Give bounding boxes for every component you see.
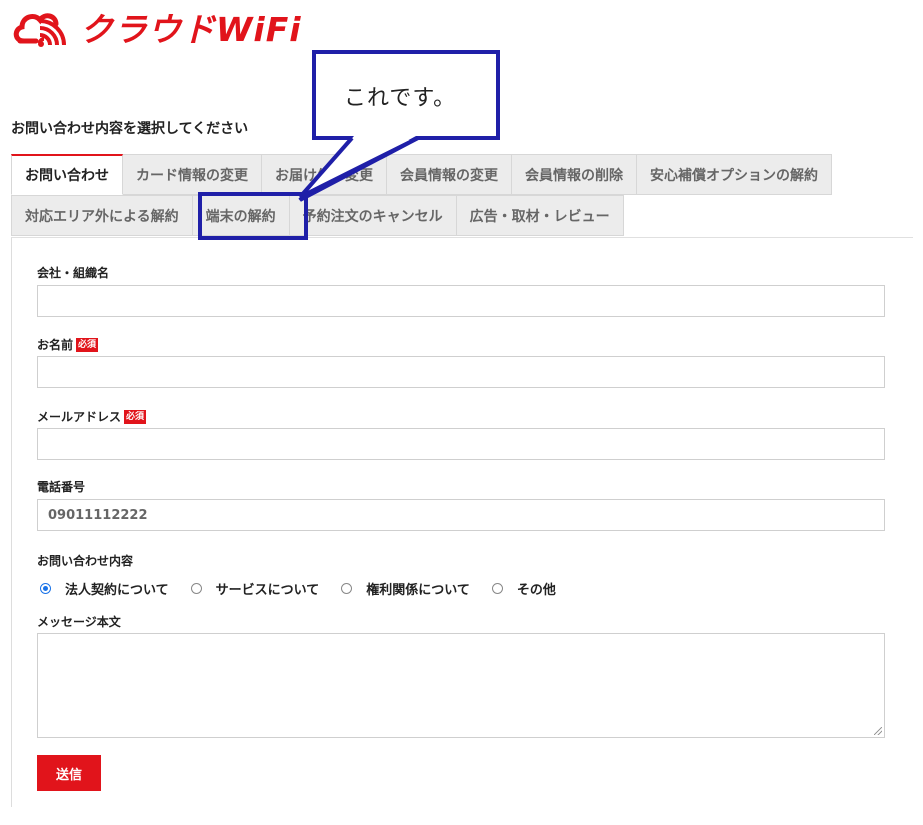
phone-label: 電話番号	[37, 478, 85, 495]
tab-delivery-change[interactable]: お届け先の変更	[262, 154, 387, 195]
company-label: 会社・組織名	[37, 264, 109, 281]
radio-corporate-contract[interactable]: 法人契約について	[40, 579, 169, 598]
annotation-callout: これです。	[312, 50, 500, 140]
page-heading: お問い合わせ内容を選択してください	[11, 121, 249, 137]
inquiry-radio-group: 法人契約について サービスについて 権利関係について その他	[40, 579, 578, 598]
email-label: メールアドレス 必須	[37, 408, 147, 425]
tab-row-2: 対応エリア外による解約 端末の解約 予約注文のキャンセル 広告・取材・レビュー	[11, 195, 911, 236]
tab-insurance-option-cancel[interactable]: 安心補償オプションの解約	[637, 154, 832, 195]
tab-member-info-change[interactable]: 会員情報の変更	[387, 154, 512, 195]
email-input[interactable]	[37, 428, 885, 460]
required-badge: 必須	[76, 337, 99, 352]
tab-member-info-delete[interactable]: 会員情報の削除	[512, 154, 637, 195]
annotation-highlight-box	[198, 192, 308, 240]
tab-row-1: お問い合わせ カード情報の変更 お届け先の変更 会員情報の変更 会員情報の削除 …	[11, 154, 911, 195]
cloud-wifi-icon	[13, 13, 66, 47]
tab-bar: お問い合わせ カード情報の変更 お届け先の変更 会員情報の変更 会員情報の削除 …	[11, 154, 911, 236]
radio-label: その他	[516, 583, 556, 598]
name-label: お名前 必須	[37, 336, 99, 353]
brand-logo[interactable]: クラウドWiFi	[10, 6, 302, 49]
radio-service[interactable]: サービスについて	[190, 579, 320, 598]
name-input[interactable]	[37, 356, 885, 388]
company-label-text: 会社・組織名	[37, 266, 110, 280]
phone-input[interactable]	[37, 499, 885, 531]
radio-button[interactable]	[190, 583, 202, 594]
tab-ad-press-review[interactable]: 広告・取材・レビュー	[456, 195, 624, 236]
radio-other[interactable]: その他	[491, 579, 556, 598]
tab-card-change[interactable]: カード情報の変更	[123, 154, 262, 195]
radio-label: サービスについて	[215, 583, 320, 598]
message-label: メッセージ本文	[37, 613, 121, 630]
inquiry-label: お問い合わせ内容	[37, 552, 133, 569]
inquiry-label-text: お問い合わせ内容	[37, 554, 134, 568]
message-label-text: メッセージ本文	[37, 615, 121, 629]
message-textarea[interactable]	[37, 633, 885, 738]
radio-button[interactable]	[341, 583, 353, 594]
brand-name: クラウドWiFi	[80, 10, 302, 49]
radio-button[interactable]	[40, 583, 51, 594]
submit-button[interactable]: 送信	[37, 755, 101, 791]
resize-handle-icon[interactable]	[874, 727, 882, 735]
company-input[interactable]	[37, 285, 885, 317]
name-label-text: お名前	[37, 338, 74, 352]
tab-preorder-cancel[interactable]: 予約注文のキャンセル	[289, 195, 457, 236]
radio-rights[interactable]: 権利関係について	[341, 579, 470, 598]
tab-out-of-area-cancel[interactable]: 対応エリア外による解約	[11, 195, 193, 236]
radio-button[interactable]	[491, 583, 503, 594]
required-badge: 必須	[124, 409, 147, 424]
radio-label: 権利関係について	[366, 583, 470, 598]
radio-label: 法人契約について	[65, 583, 169, 598]
phone-label-text: 電話番号	[37, 480, 86, 494]
email-label-text: メールアドレス	[37, 410, 122, 424]
tab-inquiry[interactable]: お問い合わせ	[11, 154, 123, 195]
